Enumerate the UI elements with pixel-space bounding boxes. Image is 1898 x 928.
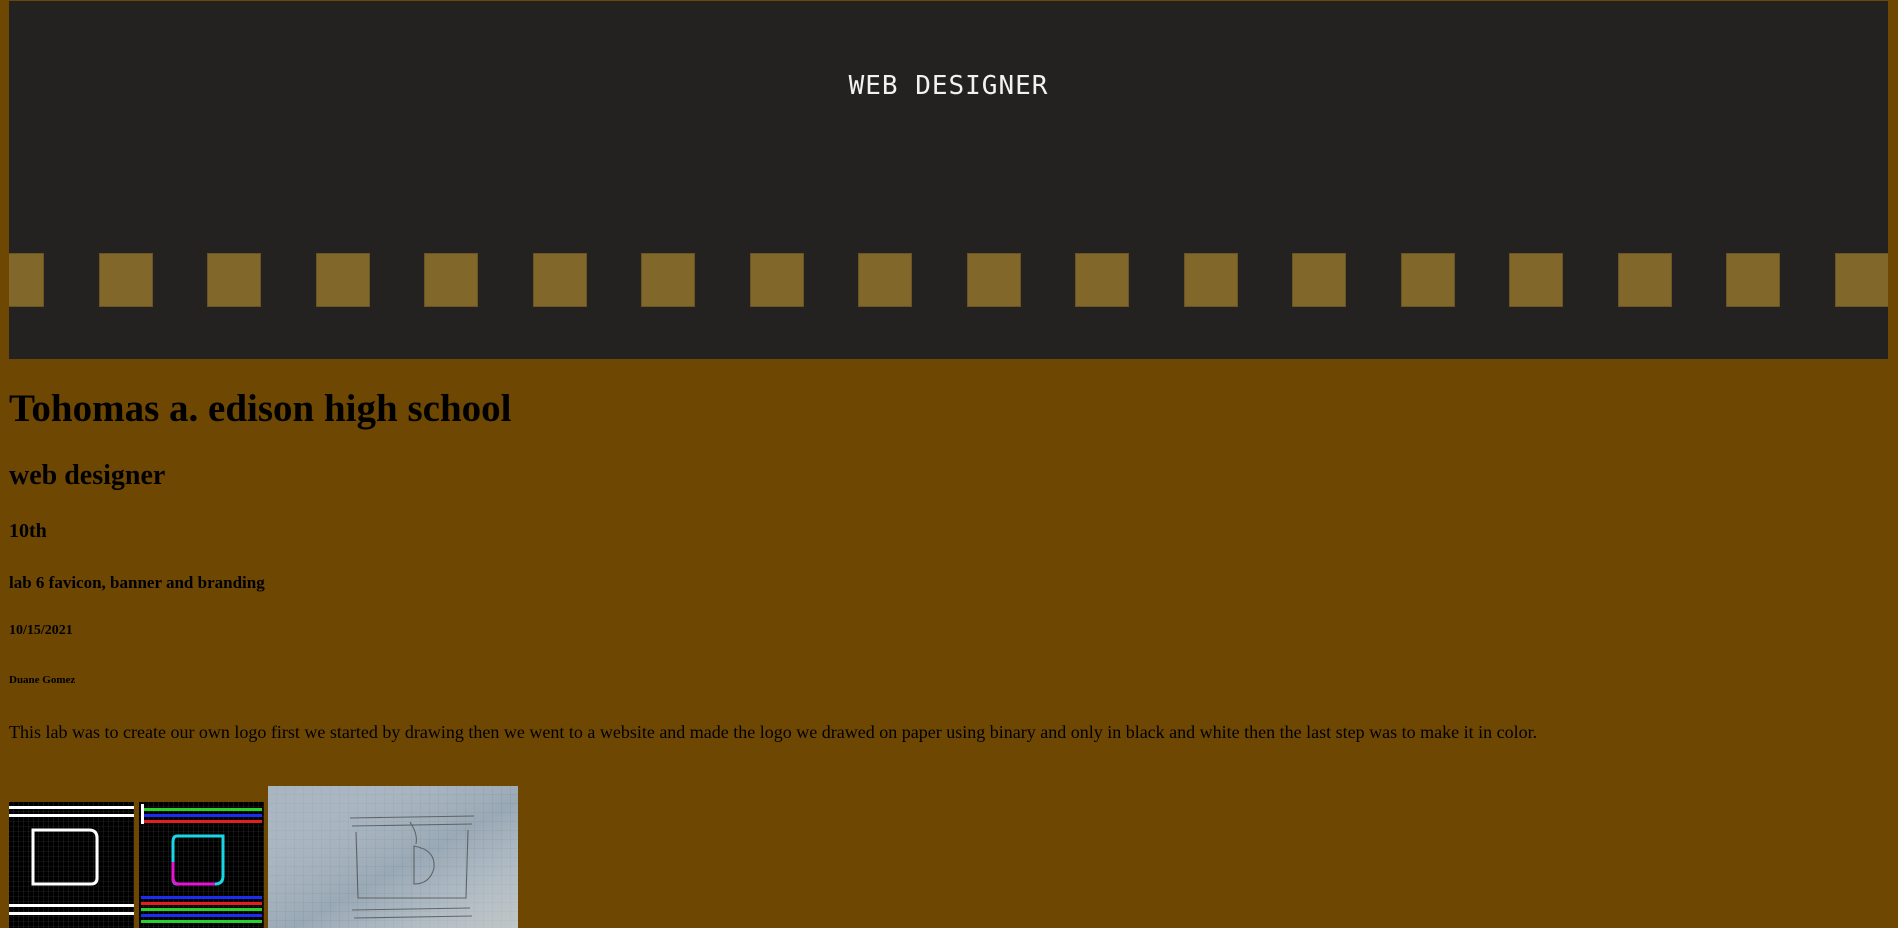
banner-square: [315, 253, 370, 307]
banner-square: [1509, 253, 1563, 307]
banner-square: [1075, 253, 1129, 307]
banner-square: [532, 253, 587, 307]
banner-square: [1292, 253, 1346, 307]
banner-square: [1400, 253, 1455, 307]
author-heading: Duane Gomez: [9, 674, 76, 686]
banner-square: [749, 253, 804, 307]
bw-pixel-logo-image: [9, 802, 134, 928]
grade-heading: 10th: [9, 520, 47, 542]
paper-sketch-photo: [268, 786, 518, 928]
school-heading: Tohomas a. edison high school: [9, 387, 512, 430]
dg-logo-icon: [913, 1, 1023, 19]
lab-heading: lab 6 favicon, banner and branding: [9, 573, 265, 592]
banner-square: [1617, 253, 1672, 307]
course-heading: web designer: [9, 460, 166, 491]
banner-square: [1183, 253, 1238, 307]
banner-square: [207, 253, 261, 307]
banner-square: [424, 253, 478, 307]
banner-square: [858, 253, 912, 307]
site-banner: WEB DESIGNER: [9, 1, 1888, 359]
banner-square: [1726, 253, 1780, 307]
date-heading: 10/15/2021: [9, 623, 73, 638]
banner-square-strip: [9, 253, 1888, 307]
banner-square: [966, 253, 1021, 307]
banner-square: [98, 253, 153, 307]
color-pixel-logo-image: [139, 802, 264, 928]
banner-square: [9, 253, 44, 307]
banner-square: [1834, 253, 1888, 307]
banner-square: [641, 253, 695, 307]
lab-description: This lab was to create our own logo firs…: [9, 722, 1538, 742]
banner-subtitle: WEB DESIGNER: [848, 71, 1049, 101]
